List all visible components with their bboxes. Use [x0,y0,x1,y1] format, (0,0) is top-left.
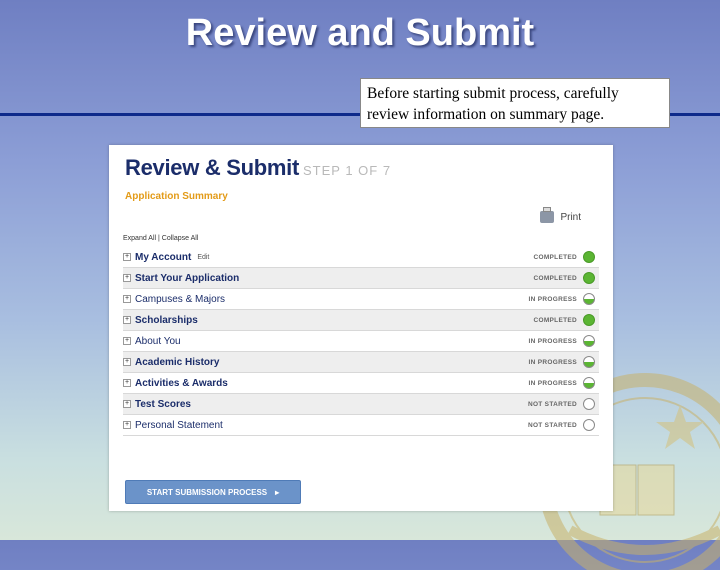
expand-plus-icon[interactable]: + [123,253,131,261]
expand-plus-icon[interactable]: + [123,295,131,303]
instruction-callout: Before starting submit process, carefull… [360,78,670,128]
expand-plus-icon[interactable]: + [123,358,131,366]
row-label[interactable]: Scholarships [135,315,198,326]
row-status: IN PROGRESS [528,379,577,387]
print-label: Print [560,211,581,223]
row-label[interactable]: Activities & Awards [135,378,228,389]
expand-plus-icon[interactable]: + [123,337,131,345]
summary-row-about-you[interactable]: + About You IN PROGRESS [123,331,599,352]
completed-status-icon [583,314,595,326]
row-label[interactable]: Start Your Application [135,273,239,284]
summary-row-start-your-application[interactable]: + Start Your Application COMPLETED [123,268,599,289]
application-screenshot: Review & Submit STEP 1 OF 7 Application S… [109,145,613,511]
row-status: IN PROGRESS [528,295,577,303]
submit-label: START SUBMISSION PROCESS [146,487,268,497]
row-status: IN PROGRESS [528,337,577,345]
summary-row-activities-awards[interactable]: + Activities & Awards IN PROGRESS [123,373,599,394]
summary-row-test-scores[interactable]: + Test Scores NOT STARTED [123,394,599,415]
expand-plus-icon[interactable]: + [123,400,131,408]
print-button[interactable]: Print [540,207,581,223]
row-status: COMPLETED [533,316,577,324]
summary-list: + My Account Edit COMPLETED + Start Your… [123,247,599,436]
step-indicator: STEP 1 OF 7 [302,163,392,178]
printer-icon [540,207,555,223]
not-started-status-icon [583,419,595,431]
row-status: COMPLETED [533,274,577,282]
in-progress-status-icon [583,293,595,305]
row-label[interactable]: My Account [135,252,191,263]
row-label[interactable]: Personal Statement [135,420,223,431]
not-started-status-icon [583,398,595,410]
row-status: NOT STARTED [527,421,577,429]
row-label[interactable]: Campuses & Majors [135,294,225,305]
summary-row-scholarships[interactable]: + Scholarships COMPLETED [123,310,599,331]
row-status: COMPLETED [533,253,577,261]
summary-row-campuses-majors[interactable]: + Campuses & Majors IN PROGRESS [123,289,599,310]
in-progress-status-icon [583,335,595,347]
screenshot-header: Review & Submit STEP 1 OF 7 [125,155,391,181]
review-submit-heading: Review & Submit [125,155,299,180]
summary-row-academic-history[interactable]: + Academic History IN PROGRESS [123,352,599,373]
row-status: NOT STARTED [527,400,577,408]
summary-row-personal-statement[interactable]: + Personal Statement NOT STARTED [123,415,599,436]
row-status: IN PROGRESS [528,358,577,366]
start-submission-button[interactable]: START SUBMISSION PROCESS ▸ [125,480,301,504]
slide-title: Review and Submit [185,12,535,54]
row-label[interactable]: Test Scores [135,399,191,410]
expand-plus-icon[interactable]: + [123,274,131,282]
expand-plus-icon[interactable]: + [123,316,131,324]
in-progress-status-icon [583,356,595,368]
summary-row-my-account[interactable]: + My Account Edit COMPLETED [123,247,599,268]
in-progress-status-icon [583,377,595,389]
expand-plus-icon[interactable]: + [123,379,131,387]
edit-link[interactable]: Edit [197,254,209,261]
completed-status-icon [583,251,595,263]
arrow-right-icon: ▸ [275,487,280,497]
row-label[interactable]: Academic History [135,357,219,368]
expand-collapse-links[interactable]: Expand All | Collapse All [123,235,198,242]
application-summary-label: Application Summary [125,191,228,202]
row-label[interactable]: About You [135,336,181,347]
completed-status-icon [583,272,595,284]
expand-plus-icon[interactable]: + [123,421,131,429]
